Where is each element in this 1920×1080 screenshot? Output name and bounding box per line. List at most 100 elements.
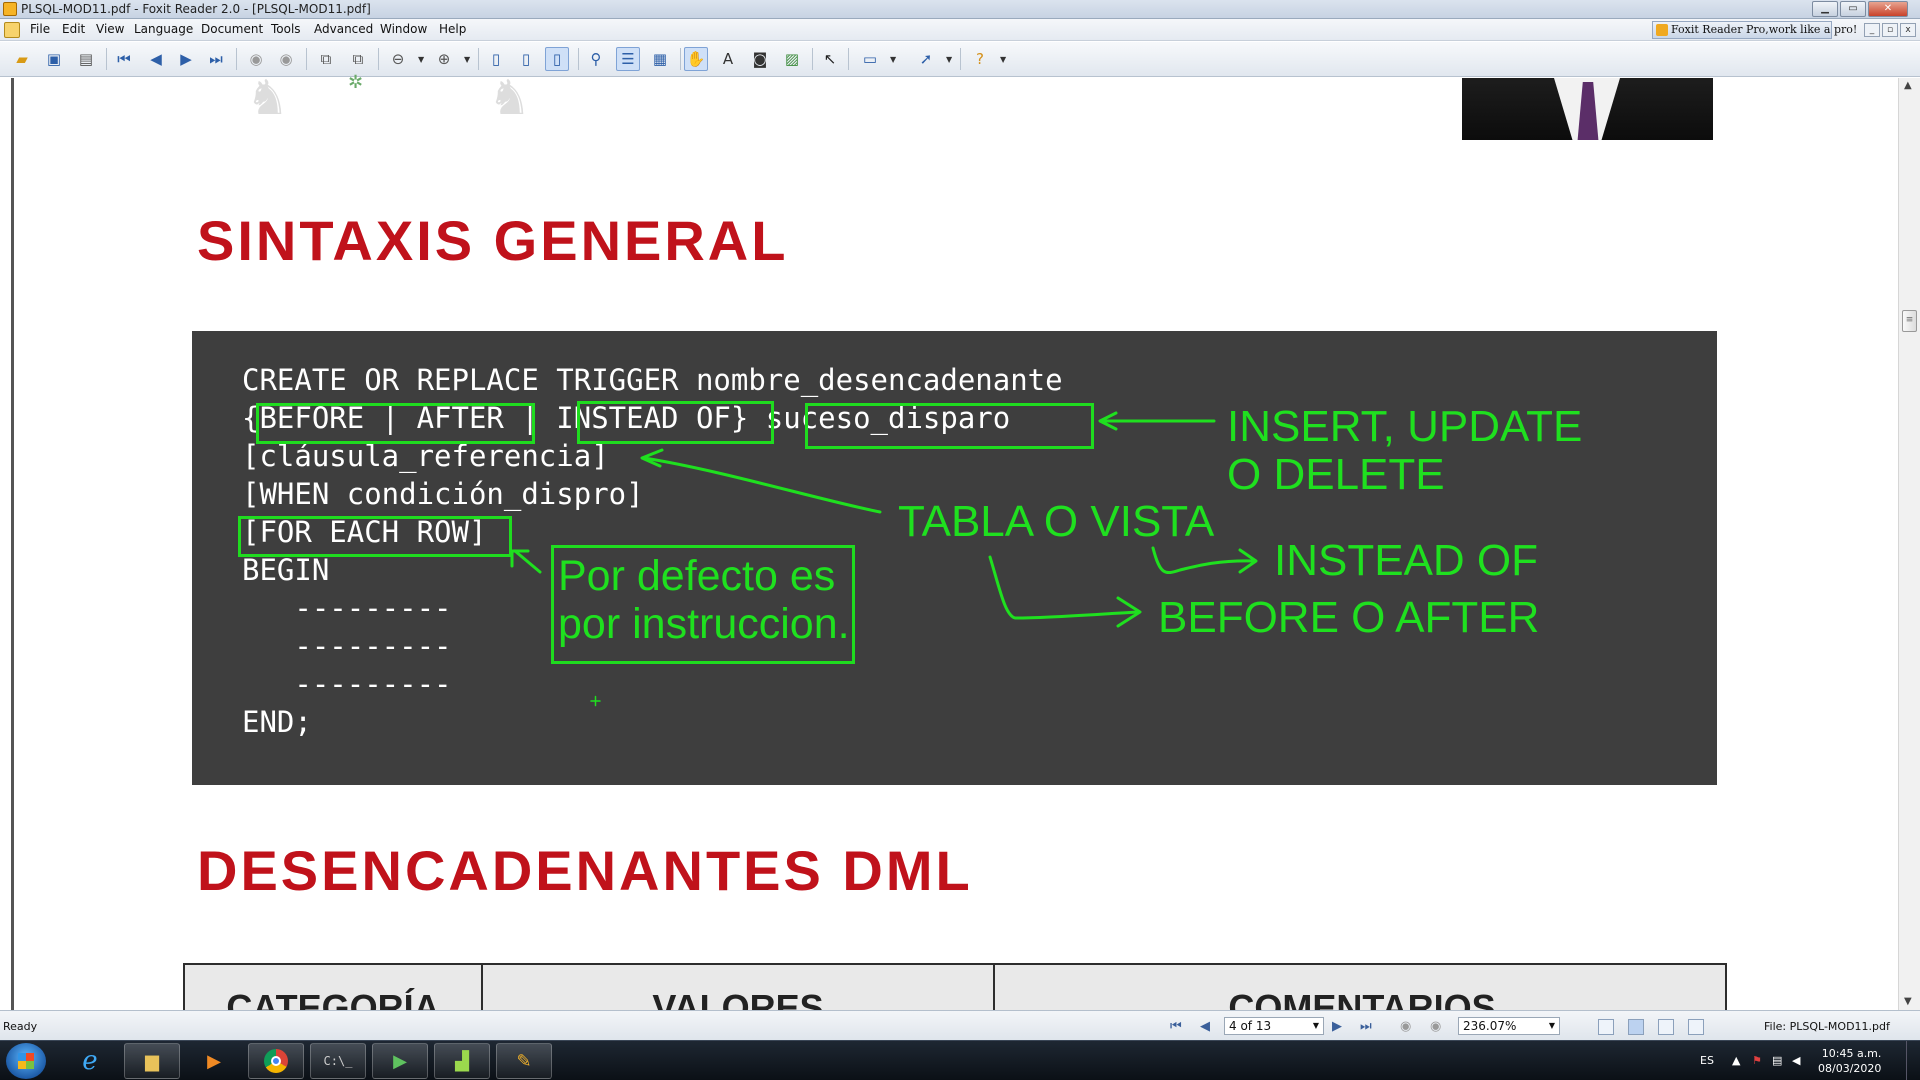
find-icon[interactable]: ⚲ (584, 47, 608, 71)
print-icon[interactable]: ▤ (74, 47, 98, 71)
zoom-out-icon[interactable]: ⊖ (386, 47, 410, 71)
menu-advanced[interactable]: Advanced (314, 22, 373, 36)
vertical-scrollbar[interactable]: ▲ ≡ ▼ (1898, 78, 1920, 1010)
status-forward-icon[interactable]: ◉ (1430, 1019, 1441, 1034)
document-icon[interactable] (4, 22, 20, 38)
extract-icon[interactable]: ⧉ (314, 47, 338, 71)
annotation-por-defecto-line2: por instruccion. (558, 600, 850, 648)
code-line-10: END; (242, 705, 312, 739)
fit-page-icon[interactable]: ▯ (514, 47, 538, 71)
video-app-icon[interactable]: ▶ (372, 1043, 428, 1079)
media-player-icon[interactable]: ▶ (186, 1043, 242, 1079)
zoom-in-dropdown-icon[interactable]: ▼ (464, 55, 470, 64)
menu-file[interactable]: File (30, 22, 50, 36)
save-icon[interactable]: ▣ (42, 47, 66, 71)
menu-document[interactable]: Document (201, 22, 263, 36)
hand-icon[interactable]: ✋ (684, 47, 708, 71)
zoom-out-dropdown-icon[interactable]: ▼ (418, 55, 424, 64)
start-button[interactable] (6, 1043, 46, 1079)
toolbar-separator (236, 48, 237, 70)
typewriter-dropdown-icon[interactable]: ▼ (890, 55, 896, 64)
menu-help[interactable]: Help (439, 22, 466, 36)
action-center-flag-icon[interactable]: ⚑ (1752, 1054, 1762, 1067)
menu-edit[interactable]: Edit (62, 22, 85, 36)
first-page-icon[interactable]: ⏮ (112, 47, 136, 71)
next-page-icon[interactable]: ▶ (174, 47, 198, 71)
file-explorer-icon[interactable]: ▆ (124, 1043, 180, 1079)
page-dropdown-icon[interactable]: ▼ (1313, 1018, 1319, 1034)
status-next-page-icon[interactable]: ▶ (1332, 1019, 1342, 1034)
status-back-icon[interactable]: ◉ (1400, 1019, 1411, 1034)
single-page-view-icon[interactable] (1598, 1019, 1614, 1035)
annotation-box-for-each-row (238, 516, 512, 557)
minimize-button[interactable]: ▁ (1812, 1, 1838, 17)
maximize-button[interactable]: ▭ (1840, 1, 1866, 17)
toolbar-separator (812, 48, 813, 70)
menu-window[interactable]: Window (380, 22, 427, 36)
image-icon[interactable]: ▨ (780, 47, 804, 71)
status-first-page-icon[interactable]: ⏮ (1170, 1019, 1182, 1034)
open-icon[interactable]: ▰ (10, 47, 34, 71)
table-header: CATEGORÍA VALORES COMENTARIOS (183, 963, 1727, 1013)
language-indicator[interactable]: ES (1700, 1054, 1714, 1067)
fit-width-icon[interactable]: ▯ (545, 47, 569, 71)
scroll-thumb[interactable]: ≡ (1902, 310, 1917, 332)
chrome-icon[interactable] (248, 1043, 304, 1079)
actual-size-icon[interactable]: ▯ (484, 47, 508, 71)
note-dropdown-icon[interactable]: ▼ (946, 55, 952, 64)
system-clock[interactable]: 10:45 a.m. 08/03/2020 (1818, 1046, 1881, 1076)
last-page-icon[interactable]: ⏭ (204, 47, 228, 71)
person-photo (1462, 78, 1713, 140)
prev-page-icon[interactable]: ◀ (144, 47, 168, 71)
typewriter-icon[interactable]: ▭ (858, 47, 882, 71)
menu-language[interactable]: Language (134, 22, 193, 36)
forward-icon[interactable]: ◉ (274, 47, 298, 71)
command-prompt-icon[interactable]: C:\_ (310, 1043, 366, 1079)
page-number-field[interactable]: 4 of 13 ▼ (1224, 1017, 1324, 1035)
doc-restore-button[interactable]: ▫ (1882, 23, 1898, 37)
doc-close-button[interactable]: x (1900, 23, 1916, 37)
promo-banner[interactable]: Foxit Reader Pro,work like a pro! (1652, 21, 1857, 39)
zoom-value: 236.07% (1463, 1019, 1517, 1033)
window-title: PLSQL-MOD11.pdf - Foxit Reader 2.0 - [PL… (21, 2, 371, 16)
foxit-reader-window: PLSQL-MOD11.pdf - Foxit Reader 2.0 - [PL… (0, 0, 1920, 1080)
menu-view[interactable]: View (96, 22, 124, 36)
volume-icon[interactable]: ◀ (1792, 1054, 1800, 1067)
scroll-down-icon[interactable]: ▼ (1904, 996, 1912, 1007)
status-file-name: File: PLSQL-MOD11.pdf (1764, 1020, 1890, 1033)
status-prev-page-icon[interactable]: ◀ (1200, 1019, 1210, 1034)
snapshot-icon[interactable]: ◙ (748, 47, 772, 71)
help-icon[interactable]: ? (968, 47, 992, 71)
zoom-in-icon[interactable]: ⊕ (432, 47, 456, 71)
doc-minimize-button[interactable]: _ (1864, 23, 1880, 37)
scroll-up-icon[interactable]: ▲ (1904, 80, 1912, 91)
continuous-view-icon[interactable] (1628, 1019, 1644, 1035)
facing-view-icon[interactable] (1658, 1019, 1674, 1035)
show-desktop-button[interactable] (1906, 1041, 1920, 1080)
select-icon[interactable]: ↖ (818, 47, 842, 71)
text-select-icon[interactable]: A (716, 47, 740, 71)
column-header-comentarios: COMENTARIOS (1228, 987, 1496, 1013)
annotation-tabla-o-vista: TABLA O VISTA (898, 497, 1215, 546)
bookmarks-icon[interactable]: ☰ (616, 47, 640, 71)
code-line-9: --------- (242, 667, 452, 701)
network-icon[interactable]: ▤ (1772, 1054, 1782, 1067)
help-dropdown-icon[interactable]: ▼ (1000, 55, 1006, 64)
status-last-page-icon[interactable]: ⏭ (1360, 1019, 1372, 1034)
page-left-border (0, 78, 14, 1010)
foxit-reader-taskbar-icon[interactable]: ✎ (496, 1043, 552, 1079)
notepad-chart-app-icon[interactable]: ▟ (434, 1043, 490, 1079)
close-button[interactable]: ✕ (1868, 1, 1908, 17)
note-icon[interactable]: ➚ (914, 47, 938, 71)
back-icon[interactable]: ◉ (244, 47, 268, 71)
copy-icon[interactable]: ⧉ (346, 47, 370, 71)
show-hidden-icons-icon[interactable]: ▲ (1732, 1054, 1740, 1067)
internet-explorer-icon[interactable]: e (62, 1043, 118, 1079)
title-bar: PLSQL-MOD11.pdf - Foxit Reader 2.0 - [PL… (0, 0, 1920, 19)
zoom-field[interactable]: 236.07% ▼ (1458, 1017, 1560, 1035)
thumbnails-icon[interactable]: ▦ (648, 47, 672, 71)
menu-bar: File Edit View Language Document Tools A… (0, 19, 1920, 41)
menu-tools[interactable]: Tools (271, 22, 301, 36)
zoom-dropdown-icon[interactable]: ▼ (1549, 1018, 1555, 1034)
continuous-facing-view-icon[interactable] (1688, 1019, 1704, 1035)
